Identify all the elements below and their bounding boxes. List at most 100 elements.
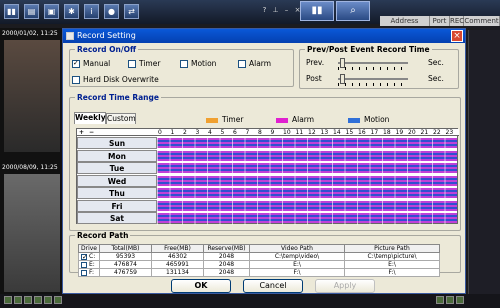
- next-icon[interactable]: [34, 296, 42, 304]
- checkbox-icon[interactable]: [238, 60, 246, 68]
- day-schedule-bar[interactable]: [157, 137, 457, 148]
- live-view-icon[interactable]: ▮▮: [300, 1, 334, 21]
- legend-alarm-label: Alarm: [292, 115, 315, 124]
- network-icon[interactable]: ⇄: [124, 4, 139, 19]
- ok-button[interactable]: OK: [171, 279, 231, 293]
- search-icon[interactable]: ⌕: [336, 1, 370, 21]
- table-row[interactable]: E: 476874 465991 2048 E:\ E:\: [78, 260, 440, 269]
- apply-button[interactable]: Apply: [315, 279, 375, 293]
- hdd-overwrite-label: Hard Disk Overwrite: [83, 75, 159, 84]
- day-schedule-bar[interactable]: [157, 149, 457, 161]
- table-row[interactable]: F: 476759 131134 2048 F:\ F:\: [78, 268, 440, 277]
- slider-thumb[interactable]: [340, 58, 345, 68]
- hour-label: 11: [295, 129, 304, 136]
- minimize-icon[interactable]: –: [282, 6, 291, 15]
- post-slider[interactable]: [338, 74, 408, 86]
- day-schedule-bar[interactable]: [157, 187, 457, 198]
- layout-icon[interactable]: ▮▮: [4, 4, 19, 19]
- day-label[interactable]: Sun: [77, 137, 157, 149]
- legend-alarm: Alarm: [276, 115, 314, 124]
- free-cell: 131134: [151, 268, 204, 277]
- hour-label: 21: [420, 129, 429, 136]
- alarm-label: Alarm: [249, 59, 272, 68]
- prev-label: Prev.: [306, 58, 325, 67]
- checkbox-icon[interactable]: [72, 59, 80, 68]
- ptz-icon[interactable]: [456, 296, 464, 304]
- tab-custom[interactable]: Custom: [106, 113, 136, 124]
- help-icon[interactable]: ?: [260, 6, 269, 15]
- stop-icon[interactable]: [14, 296, 22, 304]
- hour-label: 13: [320, 129, 329, 136]
- hour-label: 20: [408, 129, 416, 136]
- record-icon[interactable]: ●: [104, 4, 119, 19]
- col-free: Free(MB): [151, 244, 204, 253]
- legend-motion: Motion: [348, 115, 389, 124]
- drive-checkbox[interactable]: [81, 253, 88, 261]
- fullscreen-icon[interactable]: [446, 296, 454, 304]
- hour-label: 12: [308, 129, 316, 136]
- slider-track: [338, 78, 408, 80]
- prev-icon[interactable]: [24, 296, 32, 304]
- col-picture-path: Picture Path: [344, 244, 440, 253]
- hour-label: 10: [283, 129, 291, 136]
- camera-feed[interactable]: [4, 174, 60, 292]
- day-label[interactable]: Sat: [77, 212, 157, 224]
- time-range-group: Record Time Range Weekly Custom Timer Al…: [69, 93, 461, 231]
- cancel-button[interactable]: Cancel: [243, 279, 303, 293]
- prev-slider[interactable]: [338, 58, 408, 70]
- checkbox-icon[interactable]: [128, 60, 136, 68]
- add-range-icon[interactable]: +: [79, 129, 84, 136]
- drive-checkbox[interactable]: [81, 269, 87, 276]
- pin-icon[interactable]: ⊥: [271, 6, 280, 15]
- hour-label: 19: [395, 129, 404, 136]
- checkbox-icon[interactable]: [72, 76, 80, 84]
- snapshot-icon[interactable]: [44, 296, 52, 304]
- camera-feed[interactable]: [4, 40, 60, 152]
- day-label[interactable]: Tue: [77, 162, 157, 174]
- day-label[interactable]: Mon: [77, 149, 157, 162]
- col-rec: REC: [450, 16, 465, 26]
- hour-label: 15: [345, 129, 354, 136]
- manual-checkbox[interactable]: Manual: [72, 59, 110, 68]
- hdd-overwrite-checkbox[interactable]: Hard Disk Overwrite: [72, 75, 159, 84]
- zoom-icon[interactable]: [436, 296, 444, 304]
- audio-icon[interactable]: [54, 296, 62, 304]
- camera-view-strip: 2000/01/02, 11:25 2000/08/09, 11:25: [0, 28, 64, 300]
- alarm-checkbox[interactable]: Alarm: [238, 59, 271, 68]
- save-icon[interactable]: ▣: [44, 4, 59, 19]
- info-icon[interactable]: i: [84, 4, 99, 19]
- day-schedule-bar[interactable]: [157, 162, 457, 173]
- day-label[interactable]: Wed: [77, 174, 157, 187]
- schedule-grid[interactable]: + − 0 1 2 3 4 5 6 7 8 9 10 11 12 13 14 15 16 17 18 19 20 21 22…: [76, 128, 459, 225]
- remove-range-icon[interactable]: −: [89, 129, 94, 136]
- day-schedule-bar[interactable]: [157, 174, 457, 186]
- timer-checkbox[interactable]: Timer: [128, 59, 160, 68]
- close-button[interactable]: ×: [451, 30, 463, 42]
- table-row[interactable]: C:95393463022048C:\temp\video\C:\temp\pi…: [78, 252, 440, 261]
- day-label[interactable]: Thu: [77, 187, 157, 199]
- day-label[interactable]: Fri: [77, 199, 157, 212]
- day-schedule-bar[interactable]: [157, 212, 457, 223]
- post-unit: Sec.: [428, 74, 444, 83]
- table-header-row: Drive Total(MB) Free(MB) Reserve(MB) Vid…: [78, 244, 440, 253]
- drive-checkbox[interactable]: [81, 261, 87, 268]
- hour-label: 1: [170, 129, 175, 136]
- total-cell: 476874: [99, 260, 152, 269]
- drive-letter: F:: [89, 269, 95, 276]
- checkbox-icon[interactable]: [180, 60, 188, 68]
- hour-label: 3: [195, 129, 200, 136]
- camera-timestamp: 2000/08/09, 11:25: [2, 164, 58, 171]
- drive-letter: E:: [89, 261, 95, 268]
- hour-label: 9: [270, 129, 275, 136]
- tab-weekly[interactable]: Weekly: [74, 112, 106, 124]
- total-cell: 476759: [99, 268, 152, 277]
- motion-checkbox[interactable]: Motion: [180, 59, 216, 68]
- slider-thumb[interactable]: [340, 74, 345, 84]
- play-icon[interactable]: [4, 296, 12, 304]
- day-schedule-bar[interactable]: [157, 199, 457, 211]
- settings-icon[interactable]: ✱: [64, 4, 79, 19]
- record-path-group: Record Path Drive Total(MB) Free(MB) Res…: [69, 231, 461, 277]
- slider-ticks: [338, 83, 408, 86]
- folder-icon[interactable]: ▤: [24, 4, 39, 19]
- reserve-cell: 2048: [203, 260, 250, 269]
